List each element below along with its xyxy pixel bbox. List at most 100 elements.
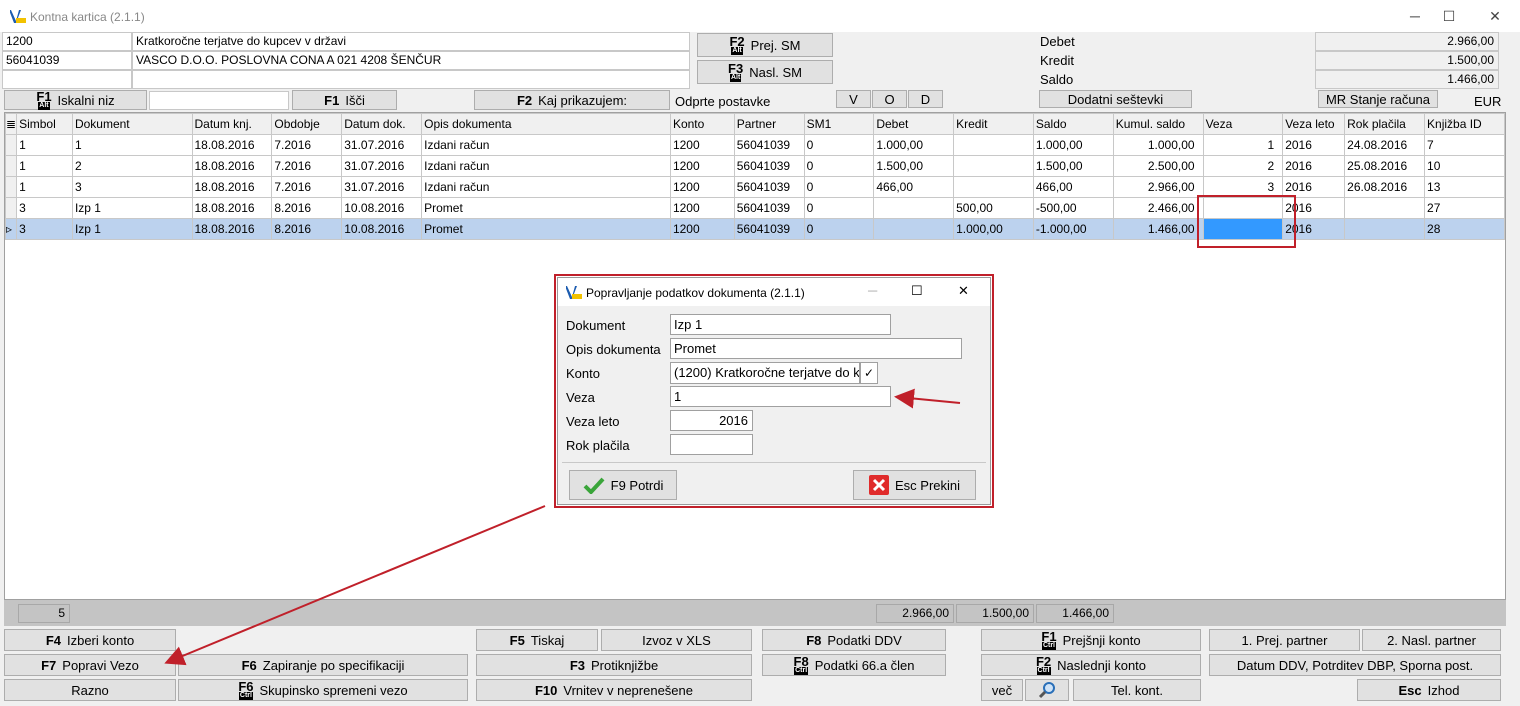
veza-input[interactable]: 1 — [670, 386, 891, 407]
nasl-partner-button[interactable]: 2. Nasl. partner — [1362, 629, 1501, 651]
table-cell[interactable]: 2.966,00 — [1112, 176, 1204, 198]
table-cell[interactable]: 56041039 — [733, 134, 805, 156]
popravi-vezo-button[interactable]: F7 Popravi Vezo — [4, 654, 176, 676]
table-cell[interactable]: 2 — [71, 155, 193, 177]
table-cell[interactable]: 8.2016 — [271, 218, 343, 240]
prekini-button[interactable]: Esc Prekini — [853, 470, 976, 500]
konto-input[interactable]: (1200) Kratkoročne terjatve do k — [670, 362, 860, 384]
izhod-button[interactable]: Esc Izhod — [1357, 679, 1501, 701]
table-cell[interactable]: 0 — [803, 134, 875, 156]
table-cell[interactable]: 25.08.2016 — [1344, 155, 1426, 177]
table-cell[interactable]: 0 — [803, 155, 875, 177]
mr-stanje-button[interactable]: MR Stanje računa — [1318, 90, 1438, 108]
table-cell[interactable]: 466,00 — [1032, 176, 1114, 198]
razno-button[interactable]: Razno — [4, 679, 176, 701]
table-cell[interactable]: 0 — [803, 218, 875, 240]
veza-leto-input[interactable]: 2016 — [670, 410, 753, 431]
table-cell[interactable]: 466,00 — [873, 176, 955, 198]
table-cell[interactable]: 26.08.2016 — [1344, 176, 1426, 198]
potrdi-button[interactable]: F9 Potrdi — [569, 470, 677, 500]
column-header[interactable]: Kumul. saldo — [1112, 113, 1204, 135]
table-cell[interactable]: 7.2016 — [271, 134, 343, 156]
vec-button[interactable]: več — [981, 679, 1023, 701]
d-button[interactable]: D — [908, 90, 943, 108]
row-indicator[interactable] — [5, 197, 18, 219]
table-cell[interactable]: Promet — [421, 197, 671, 219]
table-cell[interactable]: 2.500,00 — [1112, 155, 1204, 177]
table-cell[interactable]: 31.07.2016 — [341, 176, 423, 198]
izvoz-xls-button[interactable]: Izvoz v XLS — [601, 629, 752, 651]
iskalni-niz-button[interactable]: F1 Alt Iskalni niz — [4, 90, 147, 110]
table-cell[interactable]: 7.2016 — [271, 155, 343, 177]
dodatni-sestevki-button[interactable]: Dodatni seštevki — [1039, 90, 1192, 108]
table-cell[interactable]: 18.08.2016 — [191, 218, 273, 240]
table-cell[interactable]: 2 — [1202, 155, 1284, 177]
table-row[interactable]: 1 1 18.08.2016 7.2016 31.07.2016 Izdani račun… — [5, 134, 1505, 156]
row-indicator[interactable] — [5, 176, 18, 198]
table-cell[interactable] — [1344, 218, 1426, 240]
table-cell[interactable]: 18.08.2016 — [191, 176, 273, 198]
table-cell[interactable]: 27 — [1424, 197, 1505, 219]
table-cell[interactable]: 0 — [803, 176, 875, 198]
table-cell[interactable]: Izdani račun — [421, 176, 671, 198]
column-header[interactable]: Opis dokumenta — [421, 113, 671, 135]
table-cell[interactable]: 7 — [1424, 134, 1505, 156]
dialog-minimize-button[interactable]: ─ — [868, 283, 877, 298]
column-header[interactable]: Obdobje — [271, 113, 343, 135]
table-cell[interactable]: 7.2016 — [271, 176, 343, 198]
table-cell[interactable]: 18.08.2016 — [191, 155, 273, 177]
table-cell[interactable]: 1200 — [669, 155, 735, 177]
close-button[interactable]: ✕ — [1480, 4, 1510, 28]
table-cell[interactable]: 2.466,00 — [1112, 197, 1204, 219]
o-button[interactable]: O — [872, 90, 907, 108]
column-header[interactable]: Dokument — [71, 113, 193, 135]
column-header[interactable]: Simbol — [16, 113, 73, 135]
table-cell[interactable]: 1200 — [669, 197, 735, 219]
next-sm-button[interactable]: F3 Alt Nasl. SM — [697, 60, 833, 84]
table-cell[interactable]: 1.500,00 — [873, 155, 955, 177]
column-header[interactable]: Partner — [733, 113, 805, 135]
dokument-input[interactable]: Izp 1 — [670, 314, 891, 335]
column-header[interactable]: Debet — [873, 113, 955, 135]
zapiranje-button[interactable]: F6 Zapiranje po specifikaciji — [178, 654, 468, 676]
table-cell[interactable]: 1 — [16, 155, 73, 177]
table-cell[interactable]: 31.07.2016 — [341, 134, 423, 156]
v-button[interactable]: V — [836, 90, 871, 108]
rok-placila-input[interactable] — [670, 434, 753, 455]
table-cell[interactable]: 10.08.2016 — [341, 197, 423, 219]
opis-input[interactable]: Promet — [670, 338, 962, 359]
table-cell[interactable]: -1.000,00 — [1032, 218, 1114, 240]
table-cell[interactable]: 1200 — [669, 218, 735, 240]
table-cell[interactable]: 10 — [1424, 155, 1505, 177]
table-cell[interactable]: 1.000,00 — [1032, 134, 1114, 156]
table-cell[interactable]: 8.2016 — [271, 197, 343, 219]
table-cell[interactable]: 1.000,00 — [873, 134, 955, 156]
column-header[interactable]: Rok plačila — [1344, 113, 1426, 135]
table-row[interactable]: 1 2 18.08.2016 7.2016 31.07.2016 Izdani račun… — [5, 155, 1505, 177]
column-header[interactable]: Veza leto — [1282, 113, 1346, 135]
podatki-66a-button[interactable]: F8 Ctrl Podatki 66.a člen — [762, 654, 946, 676]
check-icon[interactable]: ✓ — [860, 362, 878, 384]
table-cell[interactable]: 0 — [803, 197, 875, 219]
naslednji-konto-button[interactable]: F2 Ctrl Naslednji konto — [981, 654, 1201, 676]
table-cell[interactable]: 1200 — [669, 134, 735, 156]
table-cell[interactable] — [953, 134, 1034, 156]
table-cell[interactable]: -500,00 — [1032, 197, 1114, 219]
minimize-button[interactable]: ─ — [1400, 4, 1430, 28]
table-cell[interactable]: 31.07.2016 — [341, 155, 423, 177]
row-indicator[interactable]: ▹ — [5, 218, 18, 240]
datum-ddv-button[interactable]: Datum DDV, Potrditev DBP, Sporna post. — [1209, 654, 1501, 676]
table-cell[interactable]: 3 — [71, 176, 193, 198]
grid-menu-icon[interactable]: ≣ — [5, 113, 18, 135]
dialog-close-button[interactable]: ✕ — [958, 283, 969, 299]
table-cell[interactable]: 2016 — [1282, 155, 1346, 177]
table-cell[interactable]: 28 — [1424, 218, 1505, 240]
table-cell[interactable]: Izp 1 — [71, 197, 193, 219]
table-cell[interactable]: Izdani račun — [421, 155, 671, 177]
table-cell[interactable]: Promet — [421, 218, 671, 240]
table-cell[interactable]: 24.08.2016 — [1344, 134, 1426, 156]
table-cell[interactable]: 56041039 — [733, 155, 805, 177]
search-input[interactable] — [149, 91, 289, 110]
zoom-button[interactable] — [1025, 679, 1069, 701]
table-cell[interactable]: 56041039 — [733, 218, 805, 240]
